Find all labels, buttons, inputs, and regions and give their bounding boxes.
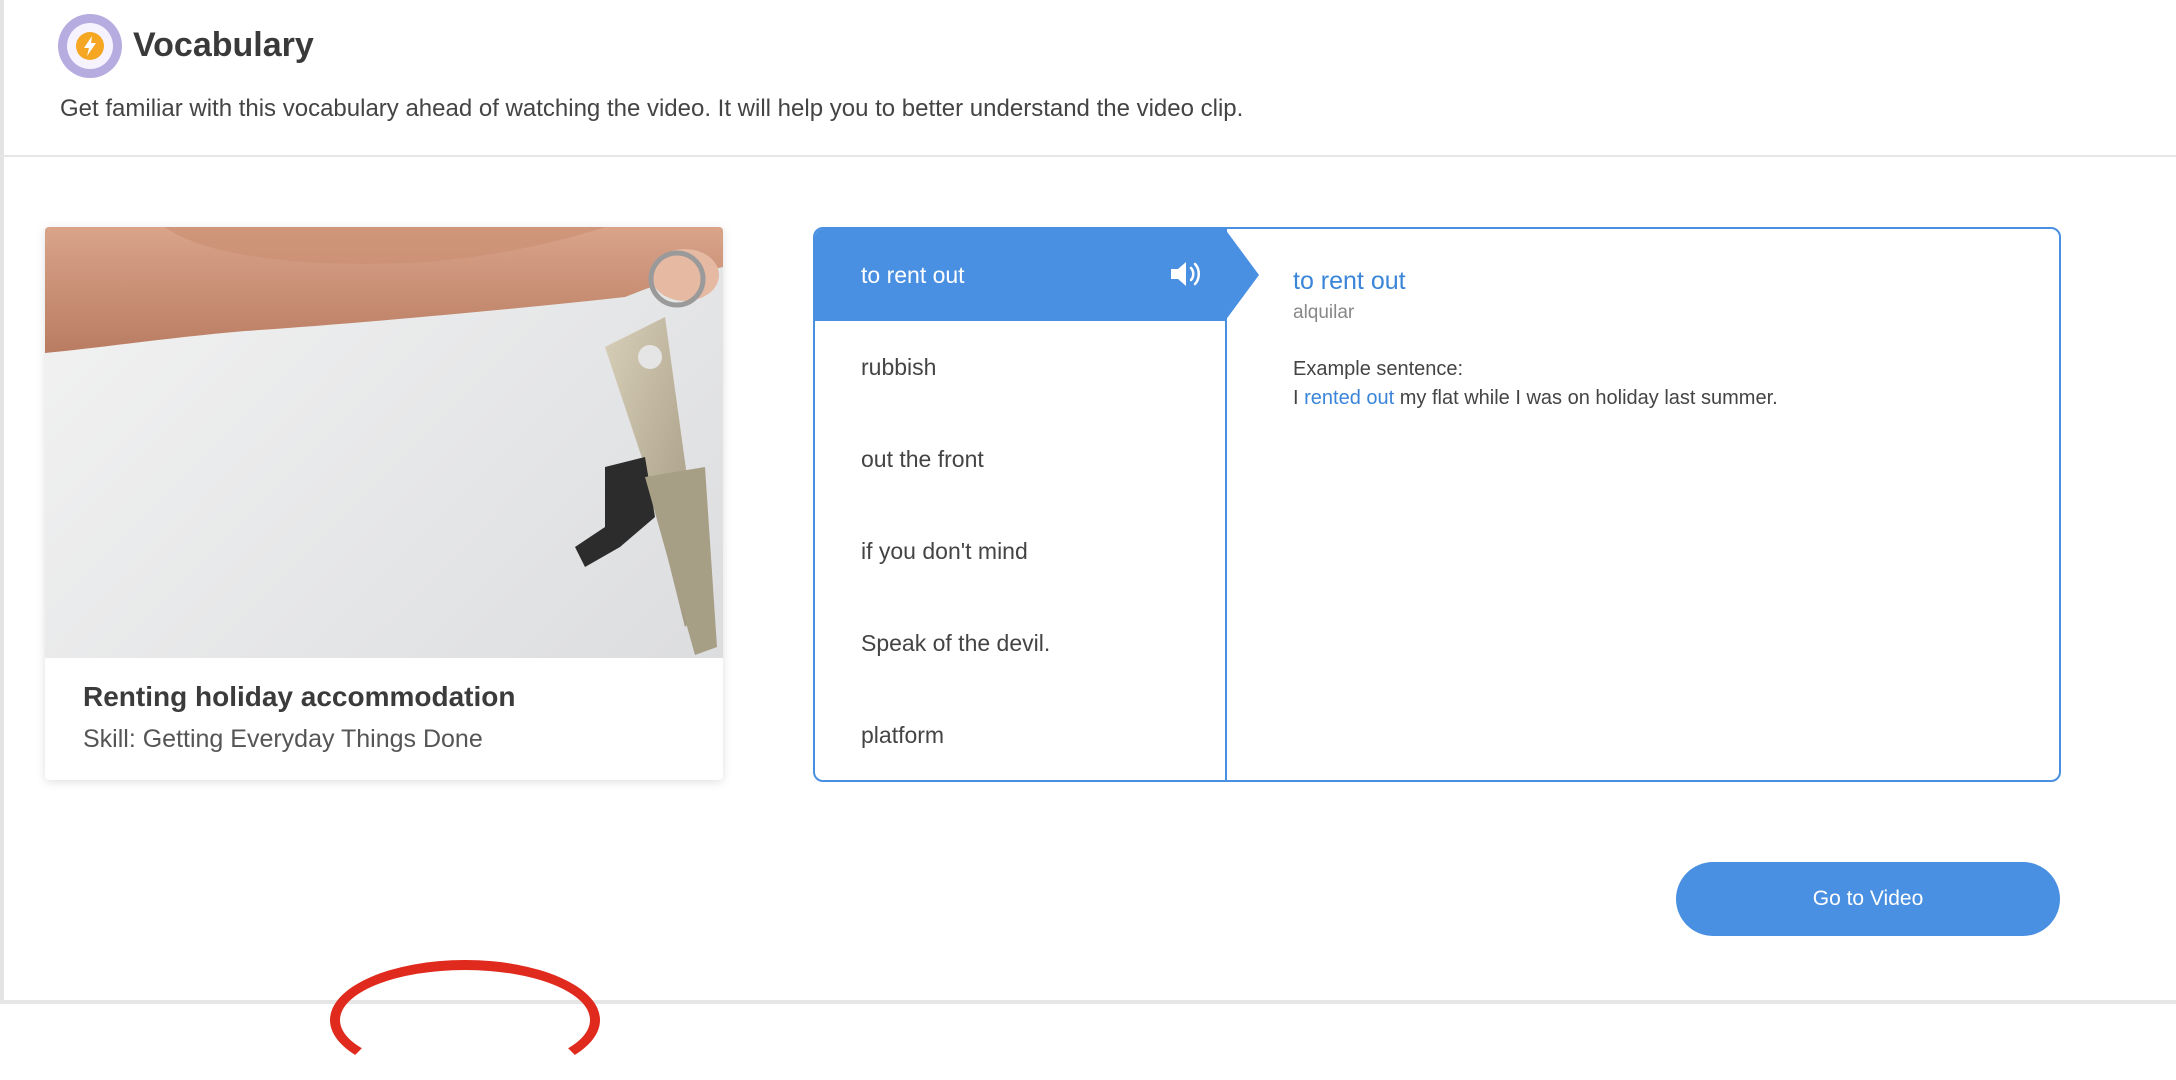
- example-highlight: rented out: [1304, 387, 1395, 409]
- active-indicator-arrow: [1225, 229, 1259, 321]
- page-description: Get familiar with this vocabulary ahead …: [60, 95, 1244, 122]
- detail-translation: alquilar: [1293, 302, 1355, 323]
- vocab-item-rubbish[interactable]: rubbish: [815, 321, 1225, 413]
- lesson-card[interactable]: Renting holiday accommodation Skill: Get…: [45, 227, 723, 780]
- vocab-item-out-the-front[interactable]: out the front: [815, 413, 1225, 505]
- vocab-item-speak-of-the-devil[interactable]: Speak of the devil.: [815, 597, 1225, 689]
- vocab-detail: to rent out alquilar Example sentence: I…: [1293, 267, 1778, 410]
- example-before: I: [1293, 387, 1305, 409]
- vocab-item-label: to rent out: [861, 261, 965, 288]
- annotation-circle: [330, 960, 600, 1080]
- vocab-item-if-you-dont-mind[interactable]: if you don't mind: [815, 505, 1225, 597]
- vocab-item-label: Speak of the devil.: [861, 629, 1051, 656]
- vocab-item-label: rubbish: [861, 353, 937, 380]
- header: Vocabulary Get familiar with this vocabu…: [0, 0, 2176, 157]
- lesson-title: Renting holiday accommodation: [83, 681, 516, 712]
- detail-term: to rent out: [1293, 267, 1406, 295]
- go-to-video-button[interactable]: Go to Video: [1676, 862, 2060, 936]
- vocab-item-platform[interactable]: platform: [815, 689, 1225, 781]
- lesson-skill: Skill: Getting Everyday Things Done: [83, 725, 483, 753]
- keys-photo: [45, 227, 723, 658]
- vocab-item-to-rent-out[interactable]: to rent out: [815, 229, 1259, 321]
- vocab-item-label: platform: [861, 721, 945, 748]
- vocabulary-list: to rent out rubbish out the front if you…: [815, 229, 1259, 781]
- example-label: Example sentence:: [1293, 358, 1464, 380]
- footer-divider: [0, 1000, 2176, 1004]
- vocab-item-label: out the front: [861, 445, 984, 472]
- example-after: my flat while I was on holiday last summ…: [1394, 387, 1778, 409]
- page-title: Vocabulary: [133, 26, 314, 64]
- vocab-item-label: if you don't mind: [861, 537, 1028, 564]
- speaker-icon[interactable]: [1169, 259, 1203, 289]
- example-sentence: I rented out my flat while I was on holi…: [1293, 387, 1778, 410]
- lightning-icon: [58, 14, 122, 78]
- vocabulary-panel: to rent out rubbish out the front if you…: [813, 227, 2061, 782]
